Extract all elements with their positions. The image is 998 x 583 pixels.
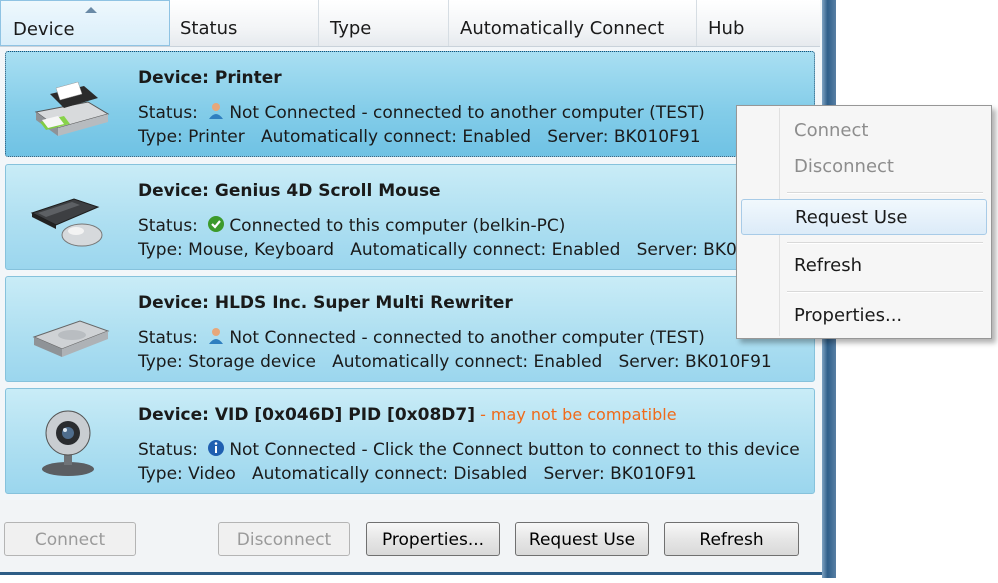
device-status: Status: Not Connected - connected to ano… — [138, 103, 705, 123]
sort-ascending-icon — [85, 7, 97, 13]
device-row-mouse[interactable]: Device: Genius 4D Scroll Mouse Status: C… — [5, 164, 815, 270]
menu-separator — [787, 192, 983, 194]
mouse-keyboard-icon — [30, 198, 103, 247]
info-icon — [208, 440, 225, 456]
menu-separator — [787, 242, 983, 244]
usb-device-window: Device Status Type Automatically Connect… — [0, 0, 828, 575]
device-name: Device: HLDS Inc. Super Multi Rewriter — [138, 293, 513, 313]
refresh-button[interactable]: Refresh — [664, 522, 799, 556]
device-type-line: Type: Printer Automatically connect: Ena… — [138, 127, 701, 147]
column-type[interactable]: Type — [318, 0, 449, 46]
menu-item-refresh[interactable]: Refresh — [741, 248, 987, 284]
drive-icon — [32, 320, 110, 357]
user-icon — [209, 328, 224, 344]
menu-item-disconnect[interactable]: Disconnect — [741, 149, 987, 185]
device-row-drive[interactable]: Device: HLDS Inc. Super Multi Rewriter S… — [5, 276, 815, 382]
device-status: Status: Not Connected - Click the Connec… — [138, 440, 800, 460]
webcam-icon — [42, 410, 94, 476]
column-hub[interactable]: Hub — [696, 0, 820, 46]
request-use-button[interactable]: Request Use — [515, 522, 649, 556]
menu-item-connect[interactable]: Connect — [741, 113, 987, 149]
device-type-line: Type: Mouse, Keyboard Automatically conn… — [138, 240, 780, 260]
device-name: Device: Printer — [138, 68, 282, 88]
compatibility-warning: - may not be compatible — [474, 405, 677, 424]
device-list: Device: Printer Status: Not Connected - … — [0, 47, 820, 497]
column-header: Device Status Type Automatically Connect… — [0, 0, 820, 47]
context-menu: Connect Disconnect Request Use Refresh P… — [736, 105, 992, 339]
menu-item-request-use[interactable]: Request Use — [741, 199, 987, 235]
button-bar: Connect Disconnect Properties... Request… — [0, 500, 820, 572]
column-status[interactable]: Status — [168, 0, 319, 46]
check-icon — [208, 216, 225, 232]
column-auto-connect[interactable]: Automatically Connect — [448, 0, 697, 46]
device-name: Device: Genius 4D Scroll Mouse — [138, 181, 441, 201]
printer-icon — [34, 81, 110, 136]
device-name: Device: VID [0x046D] PID [0x08D7] - may … — [138, 405, 677, 425]
menu-separator — [787, 291, 983, 293]
column-device[interactable]: Device — [0, 0, 170, 46]
menu-item-properties[interactable]: Properties... — [741, 298, 987, 334]
device-row-webcam[interactable]: Device: VID [0x046D] PID [0x08D7] - may … — [5, 388, 815, 494]
device-type-line: Type: Storage device Automatically conne… — [138, 352, 772, 372]
user-icon — [209, 103, 224, 119]
properties-button[interactable]: Properties... — [366, 522, 500, 556]
device-status: Status: Connected to this computer (belk… — [138, 216, 566, 236]
device-type-line: Type: Video Automatically connect: Disab… — [138, 464, 697, 484]
device-status: Status: Not Connected - connected to ano… — [138, 328, 705, 348]
connect-button[interactable]: Connect — [4, 522, 136, 556]
disconnect-button[interactable]: Disconnect — [218, 522, 350, 556]
device-row-printer[interactable]: Device: Printer Status: Not Connected - … — [5, 51, 815, 157]
